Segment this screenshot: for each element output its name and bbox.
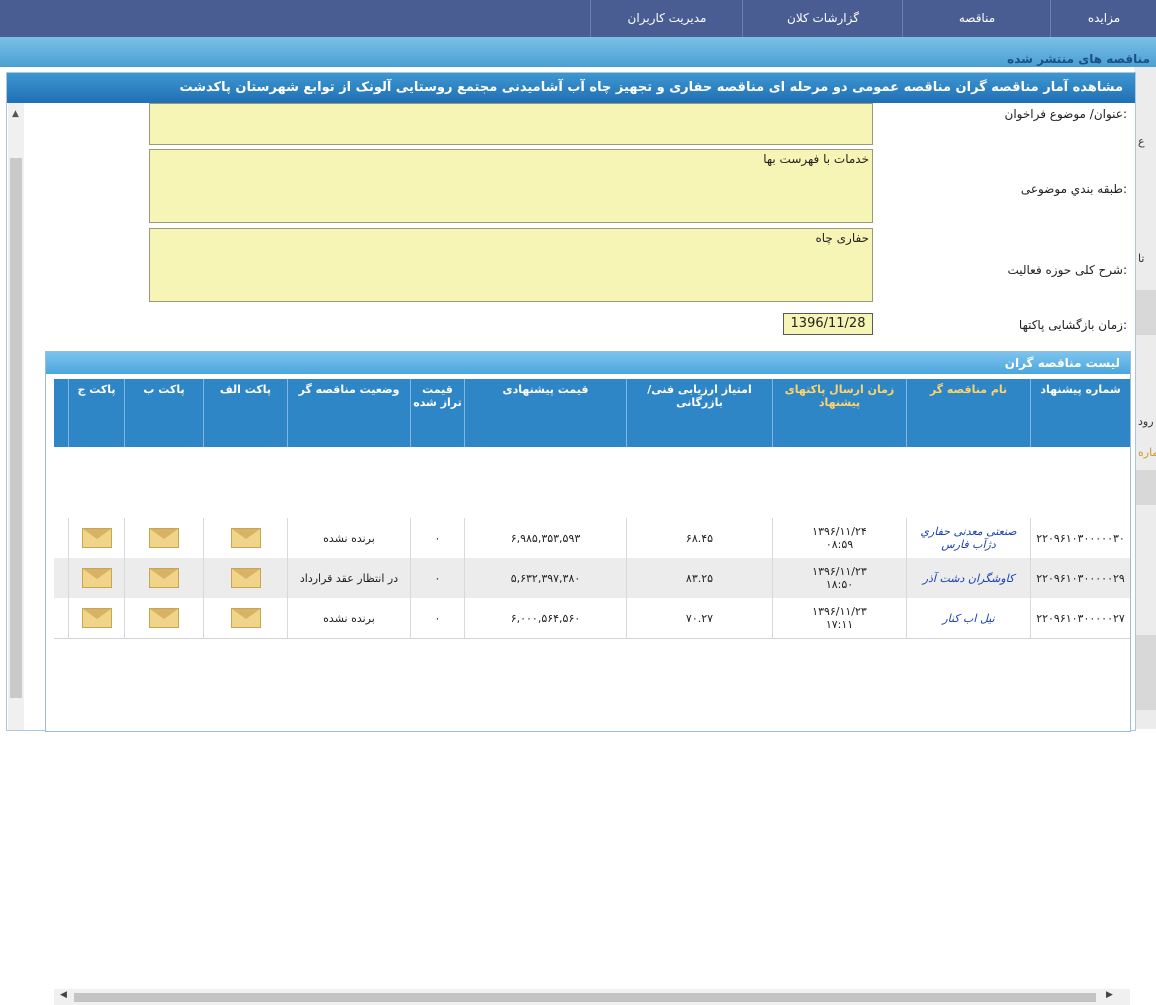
table-row: ۲۲۰۹۶۱۰۳۰۰۰۰۰۲۹ کاوشگران دشت آذر ۱۳۹۶/۱۱… — [54, 558, 1130, 599]
score: ۶۸.۴۵ — [626, 518, 772, 558]
modal-title: مشاهده آمار مناقصه گران مناقصه عمومی دو … — [7, 73, 1135, 103]
send-time: ۱۷:۱۱ — [825, 618, 854, 631]
col-header-send-time: زمان ارسال پاکتهای پیشنهاد — [772, 379, 906, 447]
col-header-packet-b: پاکت ب — [124, 379, 203, 447]
col-header-score: امتیاز ارزیابی فنی/ بازرگانی — [626, 379, 772, 447]
horizontal-scroll-thumb[interactable] — [74, 993, 1096, 1002]
packet-a-cell — [203, 558, 287, 598]
bid-number: ۲۲۰۹۶۱۰۳۰۰۰۰۰۲۹ — [1030, 558, 1130, 598]
envelope-icon[interactable] — [81, 608, 112, 628]
balanced-price: ۰ — [410, 518, 464, 558]
activity-field: حفاری چاه — [149, 228, 873, 302]
packet-c-cell — [68, 558, 124, 598]
balanced-price: ۰ — [410, 558, 464, 598]
col-header-number: شماره پیشنهاد — [1030, 379, 1130, 447]
envelope-icon[interactable] — [81, 528, 112, 548]
background-stripe — [1134, 290, 1156, 335]
packet-c-cell — [68, 518, 124, 558]
bidders-list-title: لیست مناقصه گران — [46, 352, 1130, 374]
background-right-column — [1134, 67, 1156, 729]
top-nav: مزایده مناقصه گزارشات کلان مدیریت کاربرا… — [0, 0, 1156, 37]
offered-price: ۶,۹۸۵,۳۵۳,۵۹۳ — [464, 518, 626, 558]
envelope-icon[interactable] — [149, 528, 179, 548]
category-label: طبقه بندي موضوعی: — [1020, 182, 1127, 196]
bidder-status: در انتظار عقد قرارداد — [287, 558, 410, 598]
nav-item-auction[interactable]: مزایده — [1050, 0, 1156, 37]
background-header-strip — [0, 37, 1156, 67]
col-header-packet-c: پاکت ج — [68, 379, 124, 447]
activity-label: شرح کلی حوزه فعالیت: — [1007, 263, 1127, 277]
envelope-icon[interactable] — [230, 608, 261, 628]
envelope-icon[interactable] — [230, 568, 261, 588]
subject-label: عنوان/ موضوع فراخوان: — [1004, 107, 1127, 121]
send-time: ۰۸:۵۹ — [825, 538, 854, 551]
table-header: شماره پیشنهاد نام مناقصه گر زمان ارسال پ… — [54, 379, 1130, 447]
col-header-price: قیمت پیشنهادی — [464, 379, 626, 447]
col-header-status: وضعیت مناقصه گر — [287, 379, 410, 447]
envelope-icon[interactable] — [149, 568, 179, 588]
table-row: ۲۲۰۹۶۱۰۳۰۰۰۰۰۳۰ صنعتی معدنی حفاري دژآب ف… — [54, 518, 1130, 559]
bidder-name-link[interactable]: کاوشگران دشت آذر — [906, 558, 1030, 598]
send-time-cell: ۱۳۹۶/۱۱/۲۴ ۰۸:۵۹ — [772, 518, 906, 558]
background-text: ع — [1138, 135, 1145, 148]
scroll-up-arrow-icon[interactable]: ▲ — [12, 109, 19, 119]
send-date: ۱۳۹۶/۱۱/۲۳ — [812, 565, 867, 578]
send-time-cell: ۱۳۹۶/۱۱/۲۳ ۱۸:۵۰ — [772, 558, 906, 598]
packet-a-cell — [203, 518, 287, 558]
bidder-name-link[interactable]: نیل اب کنار — [906, 598, 1030, 638]
category-field: خدمات با فهرست بها — [149, 149, 873, 223]
tender-stats-modal: مشاهده آمار مناقصه گران مناقصه عمومی دو … — [6, 72, 1136, 1005]
score: ۸۳.۲۵ — [626, 558, 772, 598]
scroll-right-arrow-icon[interactable]: ▶ — [1106, 990, 1113, 1000]
nav-item-user-management[interactable]: مدیریت کاربران — [590, 0, 743, 37]
bid-number: ۲۲۰۹۶۱۰۳۰۰۰۰۰۲۷ — [1030, 598, 1130, 638]
bidder-status: برنده نشده — [287, 598, 410, 638]
envelope-icon[interactable] — [230, 528, 261, 548]
packet-a-cell — [203, 598, 287, 638]
offered-price: ۶,۰۰۰,۵۶۴,۵۶۰ — [464, 598, 626, 638]
packet-b-cell — [124, 558, 203, 598]
send-time: ۱۸:۵۰ — [825, 578, 854, 591]
background-text: رود — [1138, 415, 1154, 428]
packet-b-cell — [124, 518, 203, 558]
packet-b-cell — [124, 598, 203, 638]
balanced-price: ۰ — [410, 598, 464, 638]
subject-field — [149, 103, 873, 145]
send-date: ۱۳۹۶/۱۱/۲۴ — [812, 525, 867, 538]
bidder-name-link[interactable]: صنعتی معدنی حفاري دژآب فارس — [906, 518, 1030, 558]
packet-c-cell — [68, 598, 124, 638]
score: ۷۰.۲۷ — [626, 598, 772, 638]
nav-item-reports[interactable]: گزارشات کلان — [742, 0, 903, 37]
col-header-name: نام مناقصه گر — [906, 379, 1030, 447]
vertical-scroll-thumb[interactable] — [10, 158, 22, 698]
bidders-list-panel: لیست مناقصه گران شماره پیشنهاد نام مناقص… — [45, 351, 1131, 1005]
background-stripe — [1134, 635, 1156, 710]
send-time-cell: ۱۳۹۶/۱۱/۲۳ ۱۷:۱۱ — [772, 598, 906, 638]
bidder-status: برنده نشده — [287, 518, 410, 558]
col-header-balanced: قیمت تراز شده — [410, 379, 464, 447]
send-date: ۱۳۹۶/۱۱/۲۳ — [812, 605, 867, 618]
envelope-icon[interactable] — [81, 568, 112, 588]
background-stripe — [1134, 470, 1156, 505]
col-header-packet-a: پاکت الف — [203, 379, 287, 447]
background-text: تا — [1138, 252, 1145, 265]
envelope-icon[interactable] — [149, 608, 179, 628]
table-row: ۲۲۰۹۶۱۰۳۰۰۰۰۰۲۷ نیل اب کنار ۱۳۹۶/۱۱/۲۳ ۱… — [54, 598, 1130, 639]
background-text: شماره — [1138, 446, 1156, 459]
bid-number: ۲۲۰۹۶۱۰۳۰۰۰۰۰۳۰ — [1030, 518, 1130, 558]
background-section-title: مناقصه های منتشر شده — [1007, 52, 1150, 66]
opening-date-label: زمان بازگشایی پاکتها: — [1018, 318, 1127, 332]
opening-date-field: 1396/11/28 — [783, 313, 873, 335]
scroll-left-arrow-icon[interactable]: ◀ — [60, 990, 67, 1000]
offered-price: ۵,۶۳۲,۳۹۷,۳۸۰ — [464, 558, 626, 598]
nav-item-tender[interactable]: مناقصه — [902, 0, 1051, 37]
